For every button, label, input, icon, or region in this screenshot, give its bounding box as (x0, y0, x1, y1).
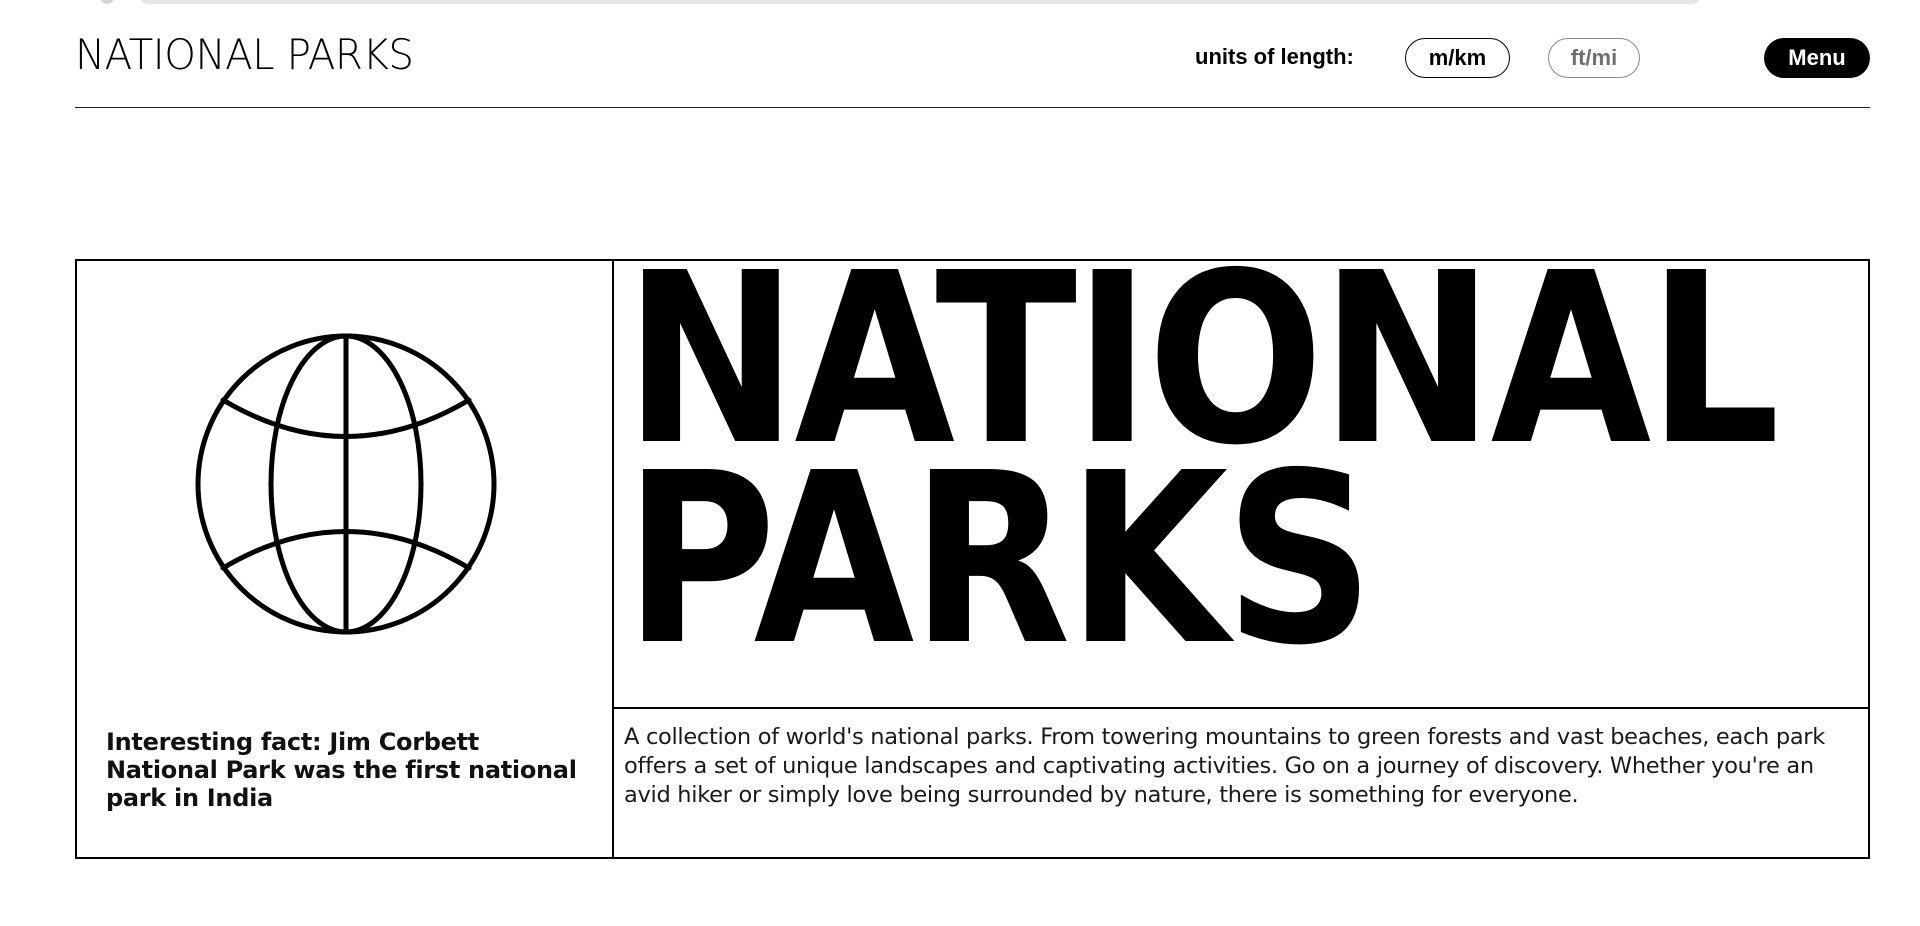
units-metric-button[interactable]: m/km (1405, 38, 1510, 78)
globe-icon (195, 333, 497, 635)
units-imperial-button[interactable]: ft/mi (1548, 38, 1640, 78)
site-brand[interactable]: NATIONAL PARKS (75, 34, 414, 76)
site-header: NATIONAL PARKS units of length: m/km ft/… (75, 24, 1870, 108)
interesting-fact: Interesting fact: Jim Corbett National P… (106, 728, 577, 812)
browser-chrome-edge (0, 0, 1920, 10)
hero-title-line-2: PARKS (624, 422, 1374, 697)
browser-tab-edge (100, 0, 114, 4)
hero-description: A collection of world's national parks. … (624, 724, 1825, 808)
hero-left-panel: Interesting fact: Jim Corbett National P… (77, 261, 614, 857)
hero-section: Interesting fact: Jim Corbett National P… (75, 259, 1870, 859)
units-label: units of length: (1195, 44, 1354, 69)
hero-title-panel: NATIONAL PARKS (614, 261, 1868, 709)
menu-button[interactable]: Menu (1764, 38, 1870, 78)
browser-address-bar-edge (140, 0, 1700, 4)
